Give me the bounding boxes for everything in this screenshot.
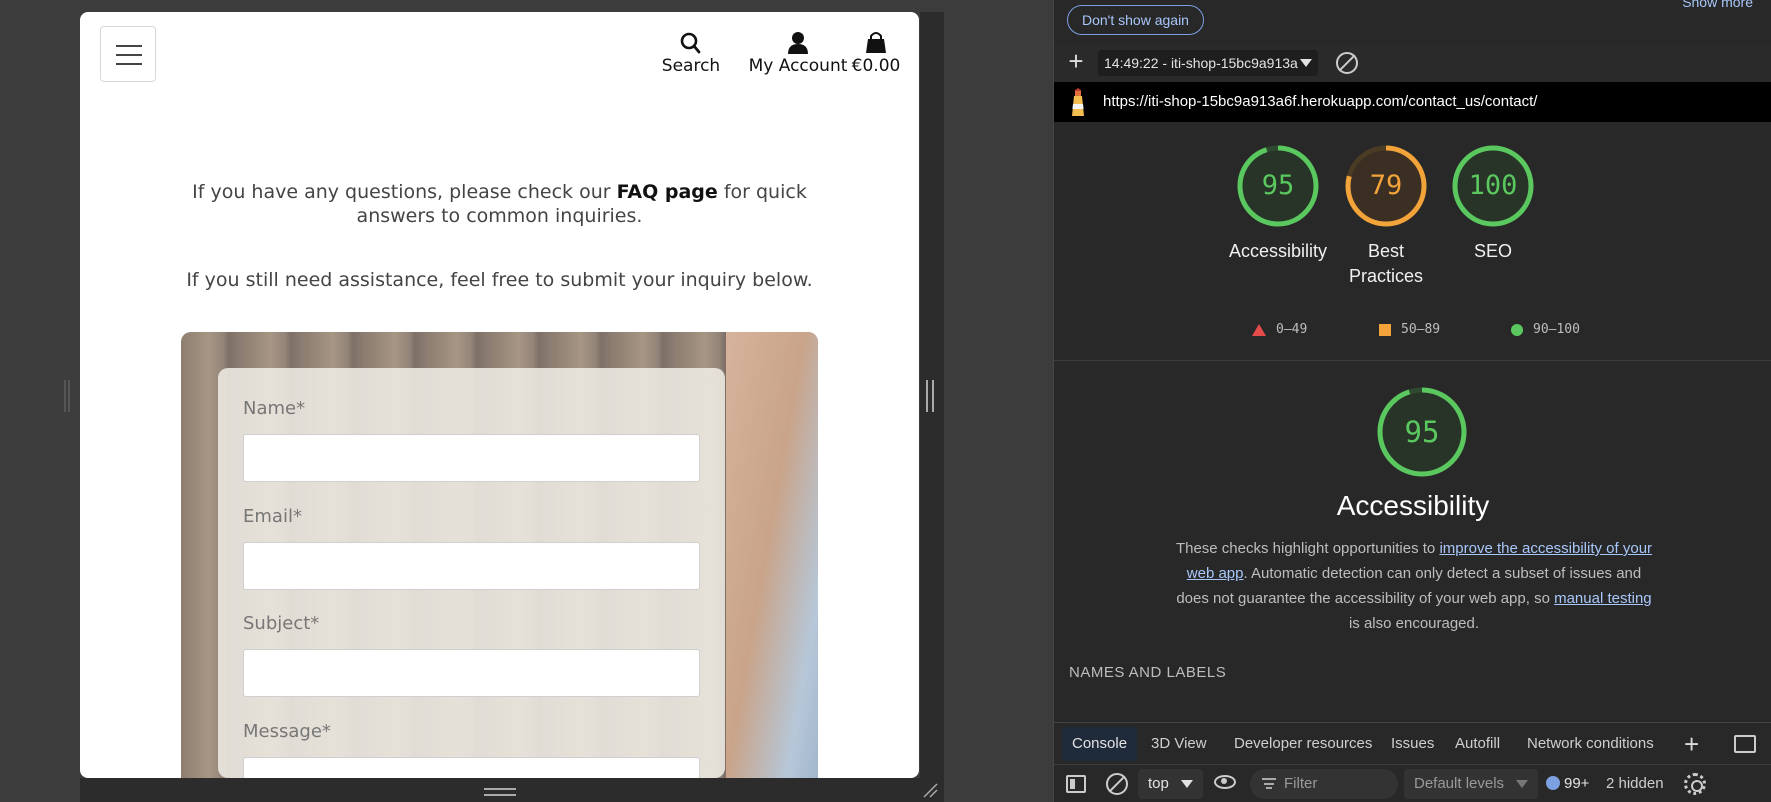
lighthouse-icon	[1072, 88, 1084, 116]
left-resize-handle[interactable]	[64, 380, 70, 412]
intro-paragraph: If you have any questions, please check …	[80, 180, 919, 228]
eye-icon[interactable]	[1214, 775, 1236, 789]
context-selector-label: top	[1148, 775, 1169, 792]
legend-fail-range: 0–49	[1276, 322, 1308, 337]
console-toolbar: top Filter Default levels 99+ 2 hidden	[1054, 764, 1771, 802]
gauge-label: SEO	[1473, 241, 1512, 261]
shopping-bag-icon	[866, 32, 886, 53]
desc-text-1: These checks highlight opportunities to	[1175, 540, 1440, 557]
intro-text-start: If you have any questions, please check …	[192, 181, 617, 203]
square-icon	[1379, 323, 1391, 336]
tab-network-conditions[interactable]: Network conditions	[1527, 735, 1654, 752]
gear-icon[interactable]	[1684, 773, 1706, 795]
score-gauge-accessibility[interactable]: 95	[1236, 144, 1320, 228]
desc-text-3: is also encouraged.	[1348, 615, 1480, 632]
report-selector[interactable]: 14:49:22 - iti-shop-15bc9a913a	[1098, 50, 1318, 76]
sidebar-toggle-icon[interactable]	[1066, 775, 1086, 793]
faq-link[interactable]: FAQ page	[617, 181, 718, 203]
nav-account-label: My Account	[748, 56, 848, 76]
filter-placeholder: Filter	[1284, 775, 1318, 792]
message-textarea[interactable]	[243, 757, 700, 778]
name-label: Name*	[243, 398, 306, 419]
name-input[interactable]	[243, 434, 700, 482]
hidden-count: 2 hidden	[1606, 775, 1664, 792]
tab-developer-resources[interactable]: Developer resources	[1234, 735, 1372, 752]
close-drawer-icon[interactable]	[1734, 735, 1756, 753]
bottom-resize-handle[interactable]	[484, 788, 516, 796]
show-more-link[interactable]: Show more	[1682, 0, 1753, 10]
right-resize-handle[interactable]	[926, 380, 934, 412]
nav-cart-link[interactable]: €0.00	[844, 30, 908, 76]
tab-autofill[interactable]: Autofill	[1455, 735, 1500, 752]
big-gauge-score: 95	[1404, 415, 1440, 449]
background-photo-person	[726, 332, 818, 778]
drawer-tab-bar: Console 3D View Developer resources Issu…	[1054, 722, 1771, 764]
filter-input[interactable]: Filter	[1250, 769, 1398, 799]
log-levels-dropdown[interactable]: Default levels	[1404, 769, 1539, 799]
chevron-down-icon	[1180, 780, 1193, 788]
message-label: Message*	[243, 721, 331, 742]
corner-resize-grip[interactable]	[922, 782, 938, 798]
tab-console[interactable]: Console	[1062, 727, 1138, 761]
nav-account-link[interactable]: My Account	[734, 30, 862, 76]
devtools-panel: Show more Don't show again + 14:49:22 - …	[1053, 0, 1771, 802]
nav-search-link[interactable]: Search	[658, 30, 724, 76]
clear-reports-icon[interactable]	[1336, 52, 1358, 74]
section-description: These checks highlight opportunities to …	[1170, 536, 1658, 636]
tab-3d-view[interactable]: 3D View	[1151, 735, 1207, 752]
report-url-bar: https://iti-shop-15bc9a913a6f.herokuapp.…	[1054, 82, 1771, 122]
manual-testing-link[interactable]: manual testing	[1554, 590, 1652, 607]
chevron-down-icon	[1516, 780, 1529, 788]
log-levels-label: Default levels	[1414, 775, 1505, 792]
email-label: Email*	[243, 506, 302, 527]
plus-icon[interactable]: +	[1064, 48, 1088, 74]
score-gauge-best-practices[interactable]: 79	[1344, 144, 1428, 228]
email-input[interactable]	[243, 542, 700, 590]
lighthouse-report-toolbar: + 14:49:22 - iti-shop-15bc9a913a	[1054, 44, 1771, 82]
subject-input[interactable]	[243, 649, 700, 697]
gauge-score: 95	[1261, 170, 1295, 201]
score-gauge-seo[interactable]: 100	[1451, 144, 1535, 228]
triangle-icon	[1252, 323, 1266, 336]
search-icon	[680, 32, 701, 54]
dont-show-again-button[interactable]: Don't show again	[1067, 5, 1204, 35]
legend-average: 50–89	[1379, 322, 1440, 337]
legend-average-range: 50–89	[1401, 322, 1441, 337]
message-count: 99+	[1564, 775, 1590, 792]
section-title: Accessibility	[1336, 490, 1490, 521]
circle-icon	[1511, 323, 1523, 336]
chevron-down-icon	[1300, 59, 1312, 67]
gauge-score: 100	[1468, 170, 1518, 201]
assistance-paragraph: If you still need assistance, feel free …	[186, 269, 813, 291]
gauge-score: 79	[1369, 170, 1403, 201]
legend-fail: 0–49	[1252, 322, 1307, 337]
message-count-badge[interactable]: 99+	[1546, 775, 1589, 792]
hamburger-menu-button[interactable]	[100, 26, 156, 82]
legend-pass: 90–100	[1511, 322, 1580, 337]
user-icon	[788, 32, 808, 54]
filter-icon	[1262, 778, 1276, 790]
subject-label: Subject*	[243, 613, 320, 634]
context-selector[interactable]: top	[1138, 769, 1203, 799]
cart-total: €0.00	[851, 56, 901, 76]
audit-group-heading: NAMES AND LABELS	[1069, 664, 1227, 681]
report-selector-label: 14:49:22 - iti-shop-15bc9a913a	[1104, 55, 1298, 71]
legend-pass-range: 90–100	[1533, 322, 1580, 337]
tab-issues[interactable]: Issues	[1391, 735, 1434, 752]
clear-console-icon[interactable]	[1106, 773, 1128, 795]
divider	[1054, 360, 1771, 361]
message-bubble-icon	[1546, 776, 1560, 790]
report-url[interactable]: https://iti-shop-15bc9a913a6f.herokuapp.…	[1103, 93, 1537, 110]
add-tab-plus-icon[interactable]: +	[1684, 729, 1699, 760]
accessibility-score-gauge: 95	[1376, 386, 1468, 478]
nav-search-label: Search	[661, 56, 721, 76]
